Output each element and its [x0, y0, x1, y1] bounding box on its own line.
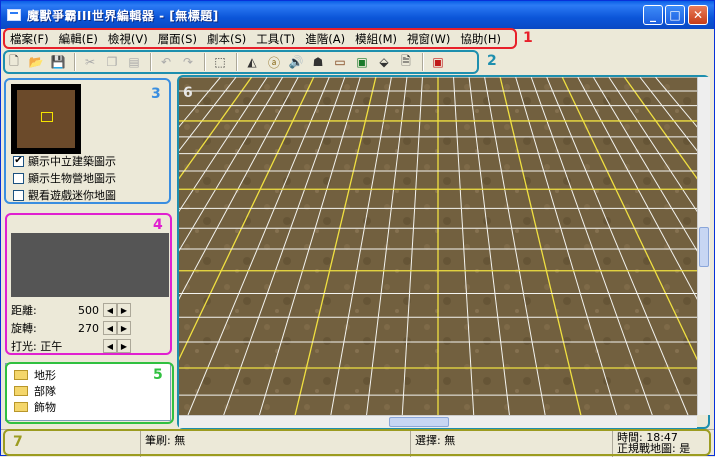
vertical-scrollbar[interactable] [697, 77, 710, 415]
annotation-box-tree [5, 362, 174, 424]
annotation-label-toolbar: 2 [487, 53, 497, 69]
horizontal-scrollbar[interactable] [179, 415, 697, 428]
title-bar[interactable]: 魔獸爭霸III世界編輯器 - [無標題] _ □ ✕ [1, 1, 714, 29]
annotation-box-minimap [4, 78, 171, 204]
annotation-box-camera [5, 213, 172, 355]
annotation-box-toolbar [3, 50, 479, 74]
annotation-box-status [3, 429, 711, 456]
annotation-box-menu [3, 28, 517, 49]
annotation-label-minimap: 3 [151, 86, 161, 102]
close-button[interactable]: ✕ [688, 5, 708, 25]
annotation-box-viewport [177, 75, 710, 429]
annotation-label-status: 7 [13, 434, 23, 450]
annotation-label-tree: 5 [153, 367, 163, 383]
editor-window: 魔獸爭霸III世界編輯器 - [無標題] _ □ ✕ 檔案(F) 編輯(E) 檢… [0, 0, 715, 457]
annotation-label-menu: 1 [523, 30, 533, 46]
maximize-button[interactable]: □ [665, 5, 685, 25]
vertical-scroll-thumb[interactable] [699, 227, 709, 267]
minimize-button[interactable]: _ [643, 5, 663, 25]
app-icon [7, 9, 21, 21]
window-title: 魔獸爭霸III世界編輯器 - [無標題] [27, 8, 219, 23]
horizontal-scroll-thumb[interactable] [389, 417, 449, 427]
annotation-label-camera: 4 [153, 217, 163, 233]
